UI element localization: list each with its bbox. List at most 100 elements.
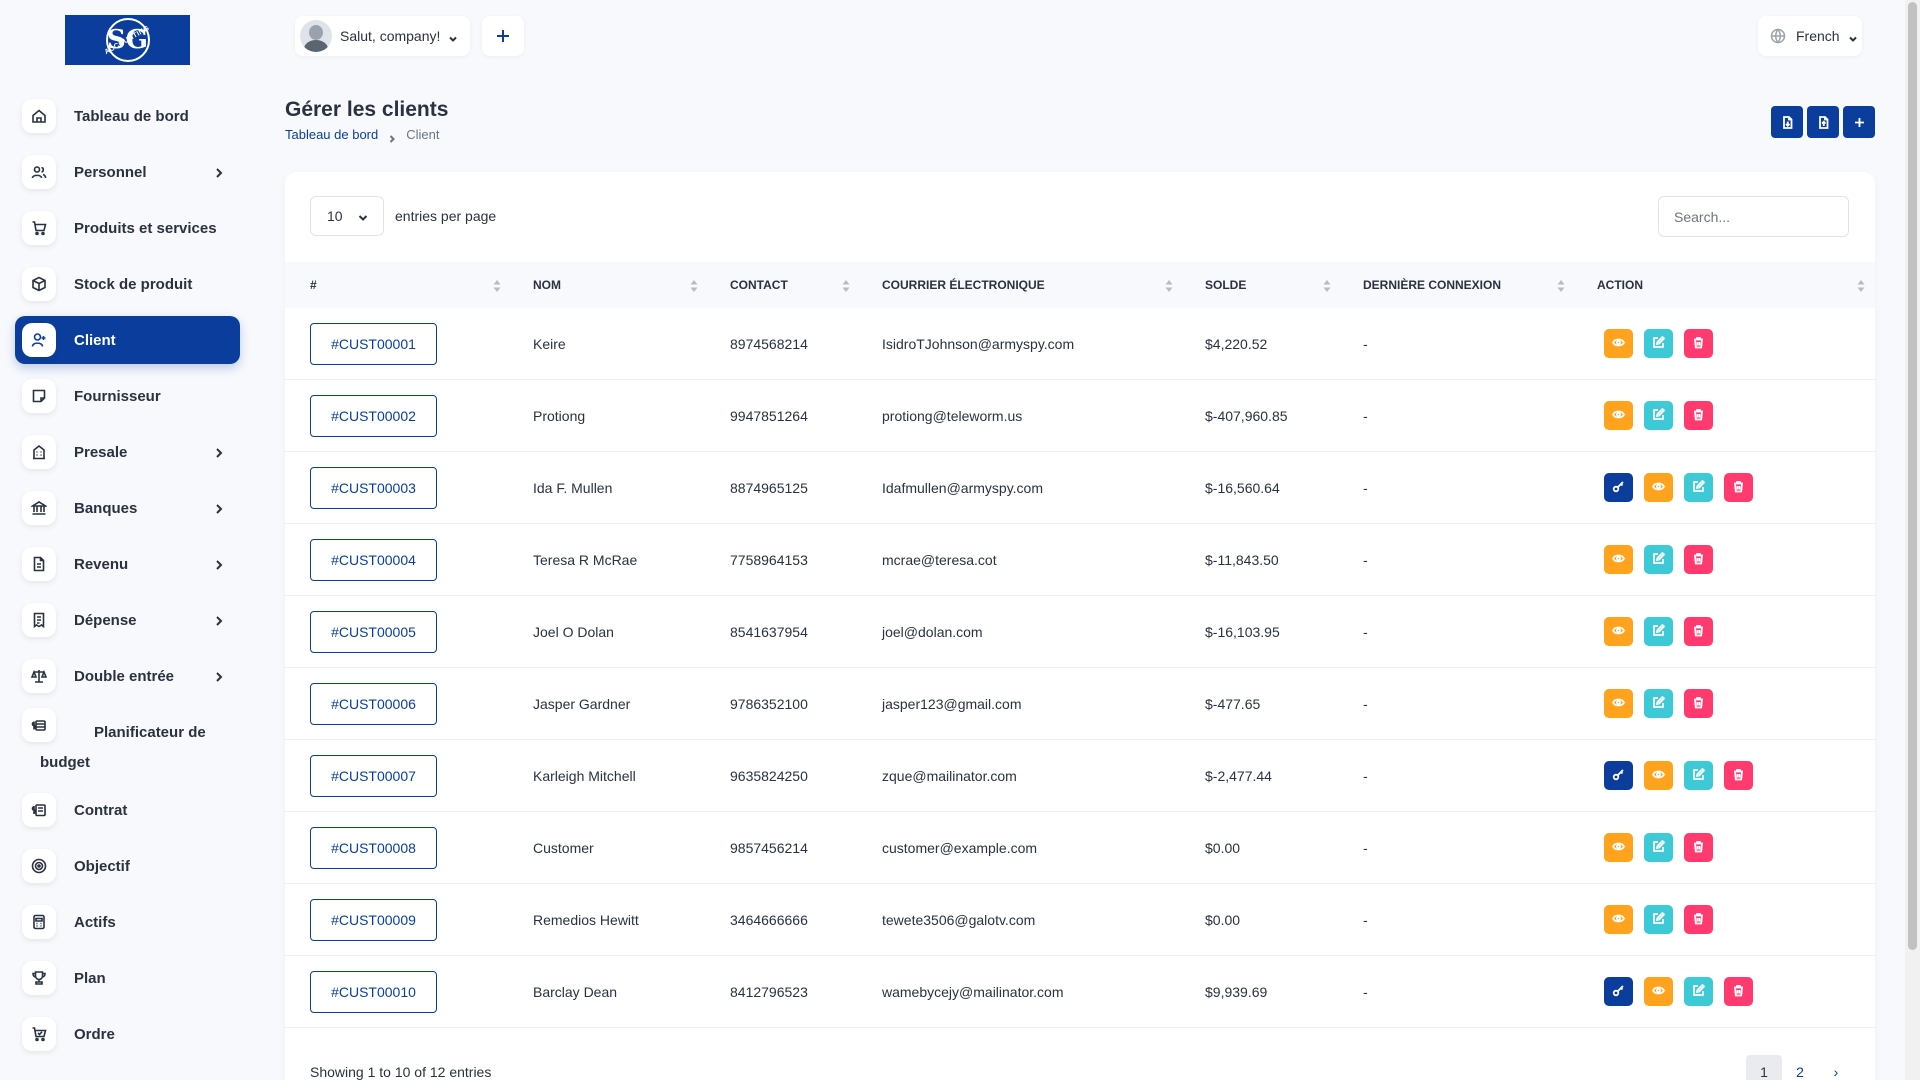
page-scrollbar[interactable]	[1905, 0, 1920, 1080]
access-key-button[interactable]	[1604, 473, 1633, 502]
sidebar-item-label: Contrat	[74, 801, 128, 819]
delete-button[interactable]	[1684, 329, 1713, 358]
brand-logo[interactable]: SG ACCOUNTING	[65, 15, 190, 65]
trash-icon	[1692, 408, 1705, 424]
column-header[interactable]: ACTION	[1575, 262, 1875, 308]
customer-id-button[interactable]: #CUST00002	[310, 394, 437, 437]
pagination-next-button[interactable]: ›	[1818, 1055, 1854, 1080]
customer-id-button[interactable]: #CUST00006	[310, 682, 437, 725]
delete-button[interactable]	[1684, 833, 1713, 862]
edit-button[interactable]	[1684, 473, 1713, 502]
breadcrumb-home-link[interactable]: Tableau de bord	[285, 127, 378, 142]
user-menu-button[interactable]: Salut, company!	[295, 16, 470, 56]
sidebar-item-planificateur-de-budget[interactable]: Planificateur de budget	[15, 708, 240, 778]
sidebar-item-banques[interactable]: Banques	[15, 484, 240, 532]
cell-name: Keire	[533, 335, 566, 352]
sidebar-item-d-pense[interactable]: Dépense	[15, 596, 240, 644]
sidebar-item-actifs[interactable]: Actifs	[15, 898, 240, 946]
export-button[interactable]	[1807, 106, 1839, 138]
pagination-page-button[interactable]: 2	[1782, 1055, 1818, 1080]
per-page-select[interactable]: 10	[310, 196, 384, 236]
edit-icon	[1652, 911, 1666, 928]
view-button[interactable]	[1604, 545, 1633, 574]
trophy-icon	[22, 961, 56, 995]
edit-button[interactable]	[1644, 905, 1673, 934]
import-button[interactable]	[1771, 106, 1803, 138]
sidebar-item-ordre[interactable]: Ordre	[15, 1010, 240, 1058]
contract-icon	[22, 793, 56, 827]
view-button[interactable]	[1604, 833, 1633, 862]
view-button[interactable]	[1604, 689, 1633, 718]
cell-email: joel@dolan.com	[882, 623, 983, 640]
column-header[interactable]: #	[285, 262, 511, 308]
pagination-page-button[interactable]: 1	[1746, 1055, 1782, 1080]
view-button[interactable]	[1604, 905, 1633, 934]
sidebar-item-personnel[interactable]: Personnel	[15, 148, 240, 196]
sidebar-item-produits-et-services[interactable]: Produits et services	[15, 204, 240, 252]
sidebar-item-contrat[interactable]: Contrat	[15, 786, 240, 834]
view-button[interactable]	[1644, 473, 1673, 502]
edit-button[interactable]	[1684, 761, 1713, 790]
view-button[interactable]	[1604, 617, 1633, 646]
customer-id-button[interactable]: #CUST00009	[310, 898, 437, 941]
view-button[interactable]	[1644, 761, 1673, 790]
sidebar-item-plan[interactable]: Plan	[15, 954, 240, 1002]
quick-add-button[interactable]	[482, 16, 524, 56]
sidebar-item-tableau-de-bord[interactable]: Tableau de bord	[15, 92, 240, 140]
sidebar-item-revenu[interactable]: Revenu	[15, 540, 240, 588]
delete-button[interactable]	[1684, 545, 1713, 574]
language-selector[interactable]: French	[1758, 16, 1862, 56]
sidebar-item-fournisseur[interactable]: Fournisseur	[15, 372, 240, 420]
access-key-button[interactable]	[1604, 761, 1633, 790]
delete-button[interactable]	[1724, 761, 1753, 790]
column-header-label: #	[310, 278, 317, 292]
column-header[interactable]: SOLDE	[1183, 262, 1341, 308]
edit-button[interactable]	[1644, 833, 1673, 862]
column-header[interactable]: DERNIÈRE CONNEXION	[1341, 262, 1575, 308]
scrollbar-thumb[interactable]	[1908, 2, 1917, 950]
delete-button[interactable]	[1724, 977, 1753, 1006]
sidebar-item-presale[interactable]: Presale	[15, 428, 240, 476]
cell-email: protiong@teleworm.us	[882, 407, 1023, 424]
column-header[interactable]: CONTACT	[708, 262, 860, 308]
customer-id-button[interactable]: #CUST00008	[310, 826, 437, 869]
column-header[interactable]: NOM	[511, 262, 708, 308]
cell-balance: $-477.65	[1205, 695, 1261, 712]
edit-button[interactable]	[1644, 689, 1673, 718]
column-header[interactable]: COURRIER ÉLECTRONIQUE	[860, 262, 1183, 308]
customer-id-button[interactable]: #CUST00007	[310, 754, 437, 797]
delete-button[interactable]	[1724, 473, 1753, 502]
chevron-right-icon	[213, 670, 225, 682]
search-input[interactable]	[1658, 196, 1849, 237]
box-icon	[22, 267, 56, 301]
edit-button[interactable]	[1684, 977, 1713, 1006]
edit-button[interactable]	[1644, 401, 1673, 430]
view-button[interactable]	[1604, 329, 1633, 358]
delete-button[interactable]	[1684, 689, 1713, 718]
access-key-button[interactable]	[1604, 977, 1633, 1006]
edit-button[interactable]	[1644, 329, 1673, 358]
file-icon	[22, 547, 56, 581]
edit-icon	[1652, 839, 1666, 856]
delete-button[interactable]	[1684, 905, 1713, 934]
customer-id-button[interactable]: #CUST00010	[310, 970, 437, 1013]
customer-id-button[interactable]: #CUST00004	[310, 538, 437, 581]
delete-button[interactable]	[1684, 401, 1713, 430]
view-button[interactable]	[1644, 977, 1673, 1006]
customer-id-button[interactable]: #CUST00005	[310, 610, 437, 653]
sidebar-item-client[interactable]: Client	[15, 316, 240, 364]
sidebar-item-objectif[interactable]: Objectif	[15, 842, 240, 890]
cell-id: #CUST00005	[285, 610, 511, 653]
customer-id-button[interactable]: #CUST00001	[310, 322, 437, 365]
sidebar-item-double-entr-e[interactable]: Double entrée	[15, 652, 240, 700]
cell-last-login: -	[1363, 911, 1368, 928]
row-actions	[1597, 905, 1713, 934]
create-client-button[interactable]	[1843, 106, 1875, 138]
edit-button[interactable]	[1644, 617, 1673, 646]
edit-icon	[1692, 767, 1706, 784]
customer-id-button[interactable]: #CUST00003	[310, 466, 437, 509]
view-button[interactable]	[1604, 401, 1633, 430]
delete-button[interactable]	[1684, 617, 1713, 646]
edit-button[interactable]	[1644, 545, 1673, 574]
sidebar-item-stock-de-produit[interactable]: Stock de produit	[15, 260, 240, 308]
